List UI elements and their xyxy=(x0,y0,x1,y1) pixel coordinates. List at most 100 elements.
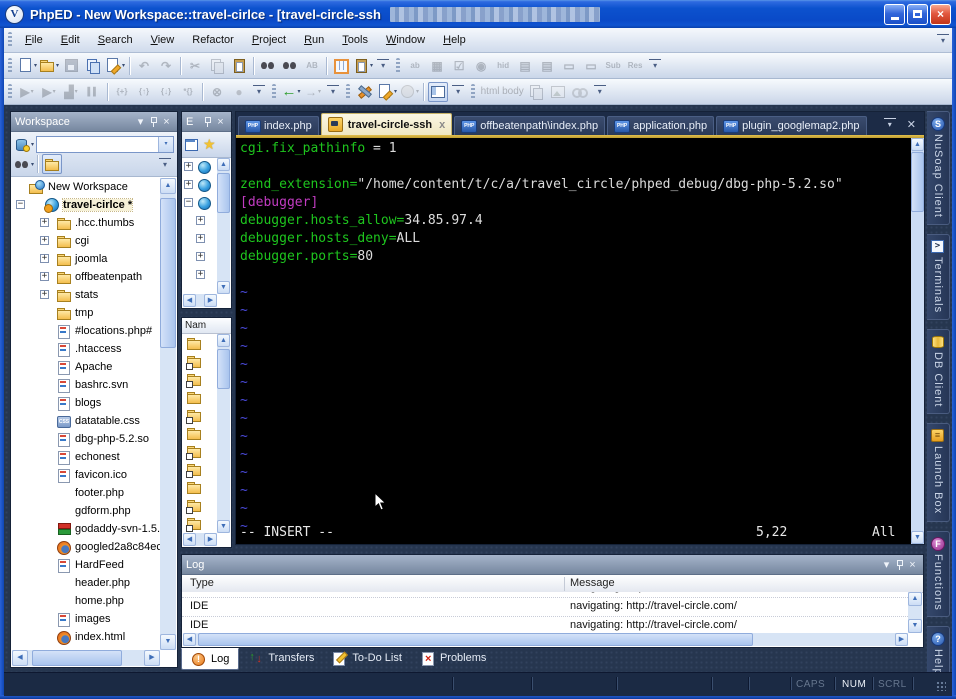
color-picker-dropdown[interactable]: ▾ xyxy=(416,88,419,95)
dock-tab-problems[interactable]: Problems xyxy=(411,648,495,668)
toolbar2-grip-1[interactable] xyxy=(272,84,276,100)
run-dropdown[interactable]: ▾ xyxy=(31,88,34,95)
tree-item-datatable.css[interactable]: datatable.css xyxy=(12,412,160,430)
settings-button[interactable] xyxy=(355,82,375,102)
menu-item-window[interactable]: Window xyxy=(377,31,434,49)
scroll-up-button[interactable]: ▲ xyxy=(908,592,922,606)
tree-item-blogs[interactable]: blogs xyxy=(12,394,160,412)
workspace-pin-button[interactable] xyxy=(147,115,160,129)
scroll-down-button[interactable]: ▼ xyxy=(160,634,176,650)
tree-item-index.html[interactable]: index.html xyxy=(12,628,160,646)
editor-tab-travel-circle-ssh[interactable]: travel-circle-sshx xyxy=(321,113,453,135)
explorer-tree-hscrollbar[interactable]: ◀ ▶ xyxy=(183,294,217,307)
scroll-up-button[interactable]: ▲ xyxy=(160,178,176,194)
menu-item-edit[interactable]: Edit xyxy=(52,31,89,49)
minimize-button[interactable] xyxy=(884,4,905,25)
workspace-find-icon[interactable] xyxy=(14,157,30,172)
scroll-thumb[interactable] xyxy=(160,198,176,348)
log-hscrollbar[interactable]: ◀ ▶ xyxy=(183,633,908,646)
open-remote-folder-button[interactable] xyxy=(42,154,62,174)
toolbar-overflow-chevron[interactable]: ▾ xyxy=(253,85,265,98)
workspace-menu-button[interactable]: ▾ xyxy=(134,115,147,129)
tree-item-hardfeed[interactable]: HardFeed xyxy=(12,556,160,574)
tree-item--locations.php-[interactable]: #locations.php# xyxy=(12,322,160,340)
scroll-down-button[interactable]: ▼ xyxy=(911,531,924,544)
dock-tab-log[interactable]: Log xyxy=(181,648,239,670)
tree-item-bashrc.svn[interactable]: bashrc.svn xyxy=(12,376,160,394)
side-tab-db-client[interactable]: DB Client xyxy=(927,329,950,414)
side-tab-nusoap-client[interactable]: NuSoap Client xyxy=(927,111,950,225)
remote-folder-item-7[interactable] xyxy=(182,460,218,478)
log-row-0[interactable]: IDEnavigating: http://travel-circle.com/ xyxy=(182,598,908,617)
explorer-list-vscrollbar[interactable]: ▲ ▼ xyxy=(217,334,230,533)
tab-close-all-icon[interactable]: ✕ xyxy=(907,118,916,131)
connection-item-5[interactable]: + xyxy=(182,248,218,266)
log-menu-button[interactable]: ▾ xyxy=(880,558,893,572)
find-in-files-button[interactable] xyxy=(280,56,300,76)
new-from-template-dropdown[interactable]: ▾ xyxy=(394,88,397,95)
new-project-dropdown[interactable]: ▾ xyxy=(31,141,34,148)
expand-icon[interactable]: + xyxy=(196,252,205,261)
new-from-template-button[interactable]: ▾ xyxy=(377,82,397,102)
side-tab-functions[interactable]: Functions xyxy=(927,531,950,618)
expand-icon[interactable]: + xyxy=(40,254,49,263)
toolbar-overflow-chevron[interactable]: ▾ xyxy=(327,85,339,98)
collapse-icon[interactable]: − xyxy=(184,198,193,207)
dock-tab-transfers[interactable]: Transfers xyxy=(239,648,323,668)
explorer-pin-button[interactable] xyxy=(201,115,214,129)
workspace-tree-hscrollbar[interactable]: ◀ ▶ xyxy=(12,650,160,666)
scroll-thumb[interactable] xyxy=(198,633,753,646)
menu-item-project[interactable]: Project xyxy=(243,31,295,49)
tree-item-godaddy-svn-1.5.t[interactable]: godaddy-svn-1.5.t xyxy=(12,520,160,538)
connection-item-6[interactable]: + xyxy=(182,266,218,284)
tree-item-dbg-php-5.2.so[interactable]: dbg-php-5.2.so xyxy=(12,430,160,448)
tree-item-header.php[interactable]: header.php xyxy=(12,574,160,592)
connection-item-3[interactable]: + xyxy=(182,212,218,230)
find-button[interactable] xyxy=(258,56,278,76)
scroll-thumb[interactable] xyxy=(911,152,924,212)
explorer-sync-icon[interactable] xyxy=(184,137,200,152)
scroll-left-button[interactable]: ◀ xyxy=(183,294,196,307)
name-column-header[interactable]: Nam xyxy=(182,318,231,334)
scroll-left-button[interactable]: ◀ xyxy=(183,533,196,546)
file-sync-dropdown[interactable]: ▾ xyxy=(122,62,125,69)
expand-icon[interactable]: + xyxy=(196,216,205,225)
tree-item-travel-cirlce-[interactable]: −travel-cirlce * xyxy=(12,196,160,214)
tree-item-apache[interactable]: Apache xyxy=(12,358,160,376)
toolbar-overflow-chevron[interactable]: ▾ xyxy=(452,85,464,98)
menu-item-refactor[interactable]: Refactor xyxy=(183,31,243,49)
log-row-1[interactable]: IDEnavigating: http://travel-circle.com/ xyxy=(182,617,908,633)
paste-special-button[interactable]: ▾ xyxy=(353,56,373,76)
paste-button[interactable] xyxy=(229,56,249,76)
editor-tab-index.php[interactable]: index.php xyxy=(238,116,319,135)
connection-item-1[interactable]: + xyxy=(182,176,218,194)
tree-item-images[interactable]: images xyxy=(12,610,160,628)
log-close-button[interactable]: × xyxy=(906,558,919,572)
toolbar1-grip[interactable] xyxy=(8,58,12,74)
column-separator[interactable] xyxy=(564,577,565,591)
scroll-up-button[interactable]: ▲ xyxy=(217,158,230,171)
favorites-star-icon[interactable]: ★ xyxy=(203,136,216,153)
workspace-find-dropdown[interactable]: ▾ xyxy=(31,161,34,168)
tree-item-.htaccess[interactable]: .htaccess xyxy=(12,340,160,358)
profile-dropdown[interactable]: ▾ xyxy=(75,88,78,95)
scroll-thumb[interactable] xyxy=(32,650,122,666)
expand-icon[interactable]: + xyxy=(196,234,205,243)
back-button[interactable]: ←▾ xyxy=(281,82,301,102)
combo-dropdown-icon[interactable]: ▾ xyxy=(158,137,173,152)
title-bar[interactable]: V PhpED - New Workspace::travel-cirlce -… xyxy=(0,0,956,28)
maximize-button[interactable] xyxy=(907,4,928,25)
remote-folder-item-9[interactable] xyxy=(182,496,218,514)
menu-item-search[interactable]: Search xyxy=(89,31,142,49)
tree-item-gdform.php[interactable]: gdform.php xyxy=(12,502,160,520)
select-frame-button[interactable] xyxy=(331,56,351,76)
scroll-down-button[interactable]: ▼ xyxy=(217,281,230,294)
side-tab-terminals[interactable]: Terminals xyxy=(927,234,950,320)
close-button[interactable]: × xyxy=(930,4,951,25)
explorer-close-button[interactable]: × xyxy=(214,115,227,129)
menu-item-help[interactable]: Help xyxy=(434,31,475,49)
editor-tab-plugin-googlemap2.php[interactable]: plugin_googlemap2.php xyxy=(716,116,866,135)
tab-close-icon[interactable]: x xyxy=(439,119,445,131)
resize-grip[interactable] xyxy=(936,681,946,691)
menu-item-run[interactable]: Run xyxy=(295,31,333,49)
